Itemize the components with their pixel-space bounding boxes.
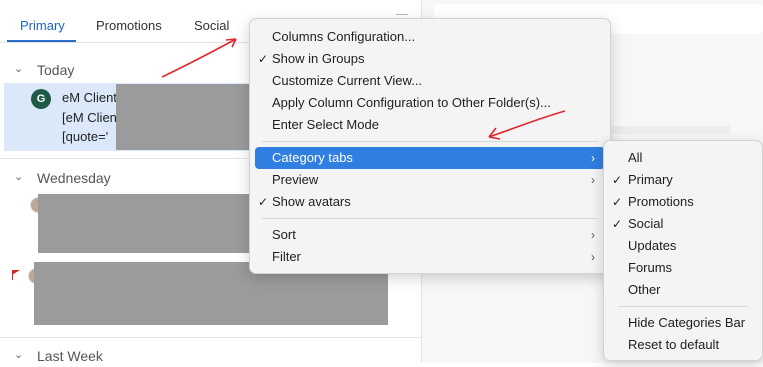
chevron-down-icon: ⌄: [14, 349, 24, 361]
menu-separator: [618, 306, 748, 307]
menu-item-category-tabs[interactable]: Category tabs ›: [255, 147, 605, 169]
check-icon: ✓: [612, 195, 623, 209]
submenu-item-other[interactable]: Other: [609, 279, 757, 301]
tab-promotions[interactable]: Promotions: [96, 18, 162, 33]
menu-item-preview[interactable]: Preview ›: [255, 169, 605, 191]
submenu-item-primary[interactable]: ✓ Primary: [609, 169, 757, 191]
tab-primary[interactable]: Primary: [20, 18, 65, 33]
check-icon: ✓: [612, 173, 623, 187]
menu-separator: [262, 218, 598, 219]
avatar: G: [31, 89, 51, 109]
submenu-item-reset-to-default[interactable]: Reset to default: [609, 334, 757, 356]
menu-item-apply-column-configuration[interactable]: Apply Column Configuration to Other Fold…: [255, 92, 605, 114]
menu-item-enter-select-mode[interactable]: Enter Select Mode: [255, 114, 605, 136]
submenu-item-forums[interactable]: Forums: [609, 257, 757, 279]
submenu-item-promotions[interactable]: ✓ Promotions: [609, 191, 757, 213]
chevron-down-icon: ⌄: [14, 171, 24, 183]
menu-item-show-in-groups[interactable]: ✓ Show in Groups: [255, 48, 605, 70]
menu-item-customize-current-view[interactable]: Customize Current View...: [255, 70, 605, 92]
tab-social[interactable]: Social: [194, 18, 229, 33]
check-icon: ✓: [258, 52, 269, 66]
group-label: Wednesday: [37, 170, 111, 186]
menu-separator: [262, 141, 598, 142]
divider: [0, 337, 421, 338]
group-label: Today: [37, 62, 75, 78]
chevron-right-icon: ›: [591, 228, 595, 242]
redacted-block: [116, 84, 250, 150]
chevron-down-icon: ⌄: [14, 63, 24, 75]
chevron-right-icon: ›: [591, 250, 595, 264]
menu-item-sort[interactable]: Sort ›: [255, 224, 605, 246]
submenu-item-hide-categories-bar[interactable]: Hide Categories Bar: [609, 312, 757, 334]
chevron-right-icon: ›: [591, 173, 595, 187]
submenu-item-all[interactable]: All: [609, 147, 757, 169]
category-tabs-submenu: All ✓ Primary ✓ Promotions ✓ Social Upda…: [603, 140, 763, 361]
group-label: Last Week: [37, 348, 103, 364]
redacted-block: [38, 194, 250, 253]
check-icon: ✓: [258, 195, 269, 209]
message-preview: [quote=': [62, 129, 109, 144]
submenu-item-social[interactable]: ✓ Social: [609, 213, 757, 235]
flag-icon[interactable]: [12, 270, 20, 275]
chevron-right-icon: ›: [591, 151, 595, 165]
message-subject: [eM Clien: [62, 110, 117, 125]
menu-item-show-avatars[interactable]: ✓ Show avatars: [255, 191, 605, 213]
submenu-item-updates[interactable]: Updates: [609, 235, 757, 257]
message-sender: eM Client: [62, 90, 117, 105]
group-header-last-week[interactable]: ⌄ Last Week: [0, 345, 421, 367]
menu-item-filter[interactable]: Filter ›: [255, 246, 605, 268]
menu-item-columns-configuration[interactable]: Columns Configuration...: [255, 26, 605, 48]
view-context-menu: Columns Configuration... ✓ Show in Group…: [249, 18, 611, 274]
check-icon: ✓: [612, 217, 623, 231]
